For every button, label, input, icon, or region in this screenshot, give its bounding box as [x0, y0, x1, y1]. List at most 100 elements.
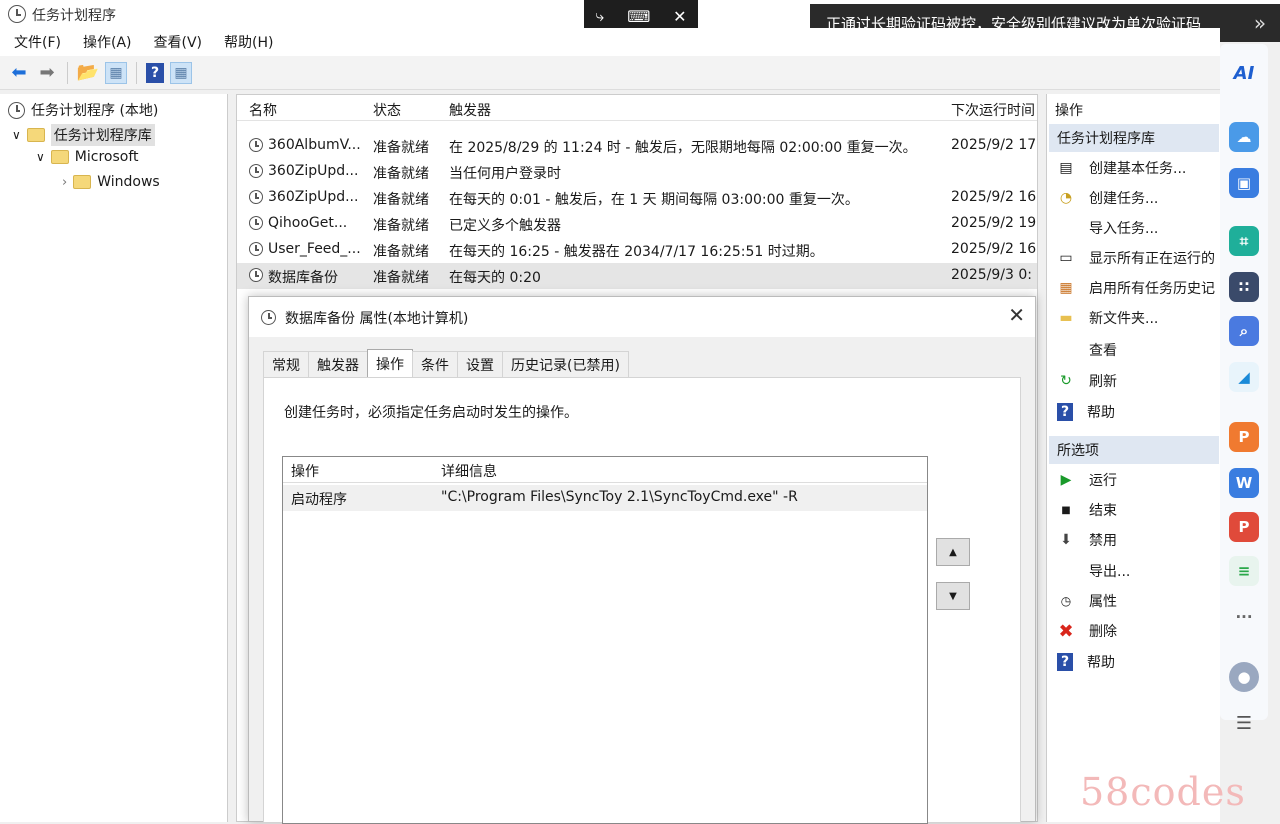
action-create-task[interactable]: ◔ 创建任务...: [1057, 188, 1158, 208]
task-status: 准备就绪: [373, 244, 429, 260]
show-action-pane-icon[interactable]: ▦: [170, 61, 192, 84]
tab-settings[interactable]: 设置: [457, 351, 503, 377]
close-icon[interactable]: ✕: [1008, 303, 1025, 327]
action-export[interactable]: 导出...: [1057, 561, 1130, 581]
chevron-right-icon[interactable]: ›: [62, 175, 67, 190]
action-label: 刷新: [1089, 374, 1117, 390]
task-icon: [261, 310, 276, 325]
table-row[interactable]: 启动程序 "C:\Program Files\SyncToy 2.1\SyncT…: [283, 485, 927, 511]
back-arrow-icon[interactable]: ⬅: [8, 62, 30, 84]
show-hide-tree-icon[interactable]: ▦: [105, 61, 127, 84]
chevron-down-icon[interactable]: ∨: [36, 150, 45, 164]
up-folder-icon[interactable]: 📂: [77, 62, 99, 84]
actions-description: 创建任务时，必须指定任务启动时发生的操作。: [284, 405, 578, 421]
crop-app-icon[interactable]: ⌗: [1229, 226, 1259, 256]
tab-triggers[interactable]: 触发器: [308, 351, 368, 377]
tab-actions[interactable]: 操作: [367, 349, 413, 377]
action-help[interactable]: ? 帮助: [1057, 402, 1115, 422]
section-selected-item[interactable]: 所选项: [1049, 436, 1219, 464]
move-down-button[interactable]: ▼: [936, 582, 970, 610]
toolbar: ⬅ ➡ 📂 ▦ ? ▦: [0, 56, 1220, 90]
column-action[interactable]: 操作: [291, 461, 319, 481]
action-delete[interactable]: ✖ 删除: [1057, 620, 1117, 642]
ai-logo-icon[interactable]: AI: [1229, 58, 1259, 88]
forward-arrow-icon[interactable]: ➡: [36, 62, 58, 84]
table-row[interactable]: 360ZipUpd... 准备就绪 在每天的 0:01 - 触发后，在 1 天 …: [237, 185, 1037, 211]
action-run[interactable]: ▶ 运行: [1057, 470, 1117, 490]
task-status: 准备就绪: [373, 140, 429, 156]
storage-app-icon[interactable]: ▣: [1229, 168, 1259, 198]
tree-item-microsoft[interactable]: ∨ Microsoft: [36, 149, 139, 165]
table-row[interactable]: User_Feed_... 准备就绪 在每天的 16:25 - 触发器在 203…: [237, 237, 1037, 263]
pdf-app-icon[interactable]: P: [1229, 512, 1259, 542]
navigation-tree: 任务计划程序 (本地) ∨ 任务计划程序库 ∨ Microsoft › Wind…: [0, 94, 228, 822]
column-status[interactable]: 状态: [373, 100, 401, 120]
task-trigger: 已定义多个触发器: [449, 218, 561, 234]
action-label: 删除: [1089, 624, 1117, 640]
column-next-run[interactable]: 下次运行时间: [951, 100, 1037, 120]
tree-item-label: Windows: [97, 174, 160, 190]
action-view[interactable]: 查看: [1057, 340, 1117, 360]
help-icon[interactable]: ?: [146, 62, 164, 83]
column-detail[interactable]: 详细信息: [441, 461, 497, 481]
tab-conditions[interactable]: 条件: [412, 351, 458, 377]
table-row[interactable]: QihooGet... 准备就绪 已定义多个触发器 2025/9/2 19: [237, 211, 1037, 237]
section-library[interactable]: 任务计划程序库: [1049, 124, 1219, 152]
list-app-icon[interactable]: ≡: [1229, 556, 1259, 586]
chevron-right-icon[interactable]: »: [1240, 4, 1280, 42]
action-help-selected[interactable]: ? 帮助: [1057, 652, 1115, 672]
action-properties[interactable]: ◷ 属性: [1057, 591, 1117, 611]
avatar[interactable]: ●: [1229, 662, 1259, 692]
column-trigger[interactable]: 触发器: [449, 100, 491, 120]
table-row[interactable]: 360ZipUpd... 准备就绪 当任何用户登录时: [237, 159, 1037, 185]
task-status: 准备就绪: [373, 270, 429, 286]
move-up-button[interactable]: ▲: [936, 538, 970, 566]
search-app-icon[interactable]: ⌕: [1229, 316, 1259, 346]
action-enable-history[interactable]: ▦ 启用所有任务历史记: [1057, 278, 1215, 298]
action-import-task[interactable]: 导入任务...: [1057, 218, 1158, 238]
task-name: 360AlbumV...: [268, 137, 361, 153]
calculator-app-icon[interactable]: ∷: [1229, 272, 1259, 302]
create-task-icon: ◔: [1059, 190, 1073, 206]
menu-icon[interactable]: ☰: [1229, 708, 1259, 738]
menu-view[interactable]: 查看(V): [154, 32, 203, 52]
keyboard-icon[interactable]: ⌨: [627, 7, 650, 26]
action-create-basic-task[interactable]: ▤ 创建基本任务...: [1057, 158, 1186, 178]
task-name: User_Feed_...: [268, 241, 361, 257]
tree-item-windows[interactable]: › Windows: [62, 174, 160, 190]
folder-icon: [73, 175, 92, 189]
presentation-app-icon[interactable]: P: [1229, 422, 1259, 452]
close-remote-icon[interactable]: ✕: [673, 7, 686, 26]
delete-icon: ✖: [1058, 620, 1074, 642]
task-trigger: 在每天的 0:01 - 触发后，在 1 天 期间每隔 03:00:00 重复一次…: [449, 192, 859, 208]
action-show-running[interactable]: ▭ 显示所有正在运行的: [1057, 248, 1215, 268]
menu-action[interactable]: 操作(A): [83, 32, 132, 52]
action-end[interactable]: ■ 结束: [1057, 500, 1117, 520]
task-name: 360ZipUpd...: [268, 163, 359, 179]
menu-file[interactable]: 文件(F): [14, 32, 61, 52]
document-app-icon[interactable]: W: [1229, 468, 1259, 498]
action-disable[interactable]: ⬇ 禁用: [1057, 530, 1117, 550]
menu-help[interactable]: 帮助(H): [224, 32, 273, 52]
pointer-icon[interactable]: ⤷: [595, 6, 604, 26]
task-next-run: 2025/9/2 17: [951, 137, 1037, 153]
tree-item-label: 任务计划程序库: [50, 124, 155, 146]
action-label: 帮助: [1087, 405, 1115, 421]
tree-item-root[interactable]: 任务计划程序 (本地): [8, 100, 158, 120]
tab-general[interactable]: 常规: [263, 351, 309, 377]
chevron-down-icon[interactable]: ∨: [12, 128, 21, 142]
more-icon[interactable]: ···: [1229, 602, 1259, 632]
table-row-selected[interactable]: 数据库备份 准备就绪 在每天的 0:20 2025/9/3 0:: [237, 263, 1037, 289]
table-row[interactable]: 360AlbumV... 准备就绪 在 2025/8/29 的 11:24 时 …: [237, 133, 1037, 159]
action-refresh[interactable]: ↻ 刷新: [1057, 371, 1117, 391]
column-name[interactable]: 名称: [249, 100, 277, 120]
tree-item-library[interactable]: ∨ 任务计划程序库: [12, 124, 155, 146]
tab-history[interactable]: 历史记录(已禁用): [502, 351, 629, 377]
history-icon: ▦: [1059, 280, 1073, 296]
help-icon: ?: [1057, 403, 1073, 421]
action-label: 创建任务...: [1089, 191, 1159, 207]
action-label: 创建基本任务...: [1089, 161, 1187, 177]
browser-app-icon[interactable]: ◢: [1229, 362, 1259, 392]
weather-app-icon[interactable]: ☁: [1229, 122, 1259, 152]
action-new-folder[interactable]: ▬ 新文件夹...: [1057, 308, 1158, 328]
